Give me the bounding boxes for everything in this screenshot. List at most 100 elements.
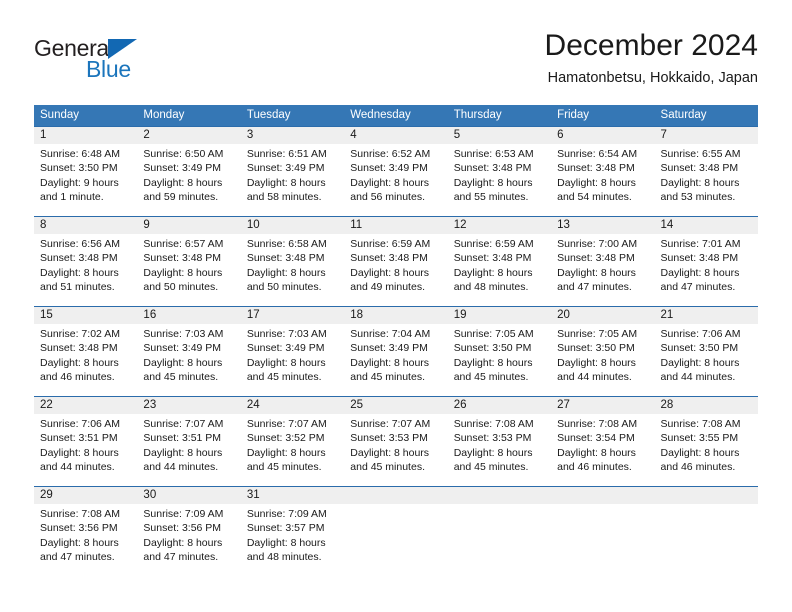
day-number[interactable]: 28	[655, 397, 758, 414]
sunset-text: Sunset: 3:49 PM	[143, 342, 222, 355]
daylight-text-line1: Daylight: 8 hours	[246, 446, 326, 459]
day-number[interactable]: 4	[344, 127, 447, 144]
day-cell[interactable]: Sunrise: 6:51 AM Sunset: 3:49 PM Dayligh…	[241, 144, 344, 216]
day-number[interactable]: 7	[655, 127, 758, 144]
daylight-text-line2: and 59 minutes.	[143, 190, 219, 203]
daylight-text-line2: and 46 minutes.	[660, 460, 736, 473]
general-blue-logo[interactable]: General Blue	[34, 36, 214, 92]
day-number[interactable]: 19	[448, 307, 551, 324]
day-number[interactable]: 29	[34, 487, 137, 504]
day-cell[interactable]: Sunrise: 7:02 AM Sunset: 3:48 PM Dayligh…	[34, 324, 137, 396]
day-number[interactable]: 17	[241, 307, 344, 324]
day-cell[interactable]: Sunrise: 7:08 AM Sunset: 3:55 PM Dayligh…	[655, 414, 758, 486]
day-number[interactable]: 21	[655, 307, 758, 324]
day-cell[interactable]: Sunrise: 7:09 AM Sunset: 3:56 PM Dayligh…	[137, 504, 240, 576]
day-cell[interactable]: Sunrise: 6:56 AM Sunset: 3:48 PM Dayligh…	[34, 234, 137, 306]
daylight-text-line1: Daylight: 8 hours	[246, 176, 326, 189]
day-number[interactable]: 26	[448, 397, 551, 414]
day-cell[interactable]: Sunrise: 6:53 AM Sunset: 3:48 PM Dayligh…	[448, 144, 551, 216]
day-cell[interactable]: Sunrise: 6:50 AM Sunset: 3:49 PM Dayligh…	[137, 144, 240, 216]
day-number[interactable]: 13	[551, 217, 654, 234]
daylight-text-line2: and 58 minutes.	[246, 190, 322, 203]
daylight-text-line1: Daylight: 8 hours	[40, 266, 119, 279]
day-cell[interactable]: Sunrise: 7:09 AM Sunset: 3:57 PM Dayligh…	[241, 504, 344, 576]
day-number[interactable]: 11	[344, 217, 447, 234]
day-number[interactable]: 27	[551, 397, 654, 414]
sunset-text: Sunset: 3:48 PM	[557, 252, 635, 265]
calendar-page: General Blue December 2024 Hamatonbetsu,…	[0, 0, 792, 612]
daylight-text-line2: and 44 minutes.	[557, 370, 632, 383]
sunrise-text: Sunrise: 7:02 AM	[40, 328, 120, 340]
daylight-text-line2: and 45 minutes.	[246, 460, 322, 473]
sunset-text: Sunset: 3:54 PM	[557, 432, 635, 445]
day-cell[interactable]: Sunrise: 6:57 AM Sunset: 3:48 PM Dayligh…	[137, 234, 240, 306]
day-cell[interactable]: Sunrise: 7:08 AM Sunset: 3:54 PM Dayligh…	[551, 414, 654, 486]
day-number-empty	[551, 487, 654, 504]
sunrise-text: Sunrise: 6:53 AM	[453, 148, 534, 160]
day-cell[interactable]: Sunrise: 7:06 AM Sunset: 3:50 PM Dayligh…	[655, 324, 758, 396]
day-cell[interactable]: Sunrise: 6:52 AM Sunset: 3:49 PM Dayligh…	[344, 144, 447, 216]
sunrise-text: Sunrise: 7:04 AM	[350, 328, 431, 340]
weekday-header-monday: Monday	[143, 109, 185, 121]
day-cell[interactable]: Sunrise: 7:07 AM Sunset: 3:52 PM Dayligh…	[241, 414, 344, 486]
day-number[interactable]: 24	[241, 397, 344, 414]
day-cell[interactable]: Sunrise: 7:03 AM Sunset: 3:49 PM Dayligh…	[241, 324, 344, 396]
day-number[interactable]: 8	[34, 217, 137, 234]
day-cell[interactable]: Sunrise: 6:58 AM Sunset: 3:48 PM Dayligh…	[241, 234, 344, 306]
day-number[interactable]: 22	[34, 397, 137, 414]
day-number[interactable]: 30	[137, 487, 240, 504]
day-detail-band: Sunrise: 6:56 AM Sunset: 3:48 PM Dayligh…	[34, 234, 758, 306]
day-number-band: 1 2 3 4 5 6 7	[34, 127, 758, 144]
sunrise-text: Sunrise: 6:56 AM	[40, 238, 120, 250]
day-cell[interactable]: Sunrise: 7:07 AM Sunset: 3:53 PM Dayligh…	[344, 414, 447, 486]
day-number[interactable]: 9	[137, 217, 240, 234]
day-number[interactable]: 18	[344, 307, 447, 324]
sunrise-text: Sunrise: 6:52 AM	[350, 148, 431, 160]
day-number[interactable]: 31	[241, 487, 344, 504]
day-number[interactable]: 16	[137, 307, 240, 324]
day-number[interactable]: 12	[448, 217, 551, 234]
day-number[interactable]: 2	[137, 127, 240, 144]
day-cell[interactable]: Sunrise: 6:59 AM Sunset: 3:48 PM Dayligh…	[344, 234, 447, 306]
sunset-text: Sunset: 3:49 PM	[246, 342, 325, 355]
day-cell[interactable]: Sunrise: 6:55 AM Sunset: 3:48 PM Dayligh…	[655, 144, 758, 216]
sunset-text: Sunset: 3:55 PM	[660, 432, 739, 445]
daylight-text-line1: Daylight: 8 hours	[40, 536, 119, 549]
day-number[interactable]: 20	[551, 307, 654, 324]
day-cell[interactable]: Sunrise: 7:06 AM Sunset: 3:51 PM Dayligh…	[34, 414, 137, 486]
day-number[interactable]: 25	[344, 397, 447, 414]
day-number[interactable]: 1	[34, 127, 137, 144]
day-number[interactable]: 6	[551, 127, 654, 144]
sunset-text: Sunset: 3:48 PM	[660, 162, 739, 175]
day-number[interactable]: 23	[137, 397, 240, 414]
day-cell[interactable]: Sunrise: 6:59 AM Sunset: 3:48 PM Dayligh…	[448, 234, 551, 306]
day-cell[interactable]: Sunrise: 7:01 AM Sunset: 3:48 PM Dayligh…	[655, 234, 758, 306]
day-number[interactable]: 10	[241, 217, 344, 234]
daylight-text-line2: and 45 minutes.	[453, 370, 529, 383]
day-cell[interactable]: Sunrise: 7:08 AM Sunset: 3:56 PM Dayligh…	[34, 504, 137, 576]
day-cell-empty	[655, 504, 758, 576]
day-cell[interactable]: Sunrise: 7:05 AM Sunset: 3:50 PM Dayligh…	[551, 324, 654, 396]
day-cell[interactable]: Sunrise: 7:04 AM Sunset: 3:49 PM Dayligh…	[344, 324, 447, 396]
sunrise-text: Sunrise: 7:05 AM	[557, 328, 638, 340]
daylight-text-line2: and 51 minutes.	[40, 280, 115, 293]
week-row: 22 23 24 25 26 27 28 Sunrise: 7:06 AM Su…	[34, 396, 758, 486]
day-number[interactable]: 15	[34, 307, 137, 324]
sunset-text: Sunset: 3:56 PM	[40, 522, 118, 535]
daylight-text-line1: Daylight: 8 hours	[557, 446, 636, 459]
day-cell[interactable]: Sunrise: 7:08 AM Sunset: 3:53 PM Dayligh…	[448, 414, 551, 486]
day-number[interactable]: 14	[655, 217, 758, 234]
day-number-empty	[344, 487, 447, 504]
day-number-band: 29 30 31	[34, 487, 758, 504]
day-cell[interactable]: Sunrise: 7:00 AM Sunset: 3:48 PM Dayligh…	[551, 234, 654, 306]
day-cell[interactable]: Sunrise: 7:03 AM Sunset: 3:49 PM Dayligh…	[137, 324, 240, 396]
day-number[interactable]: 5	[448, 127, 551, 144]
day-cell[interactable]: Sunrise: 6:48 AM Sunset: 3:50 PM Dayligh…	[34, 144, 137, 216]
sunrise-text: Sunrise: 6:57 AM	[143, 238, 224, 250]
sunrise-text: Sunrise: 7:00 AM	[557, 238, 638, 250]
day-number[interactable]: 3	[241, 127, 344, 144]
day-cell[interactable]: Sunrise: 6:54 AM Sunset: 3:48 PM Dayligh…	[551, 144, 654, 216]
sunset-text: Sunset: 3:49 PM	[246, 162, 325, 175]
day-cell[interactable]: Sunrise: 7:05 AM Sunset: 3:50 PM Dayligh…	[448, 324, 551, 396]
day-cell[interactable]: Sunrise: 7:07 AM Sunset: 3:51 PM Dayligh…	[137, 414, 240, 486]
